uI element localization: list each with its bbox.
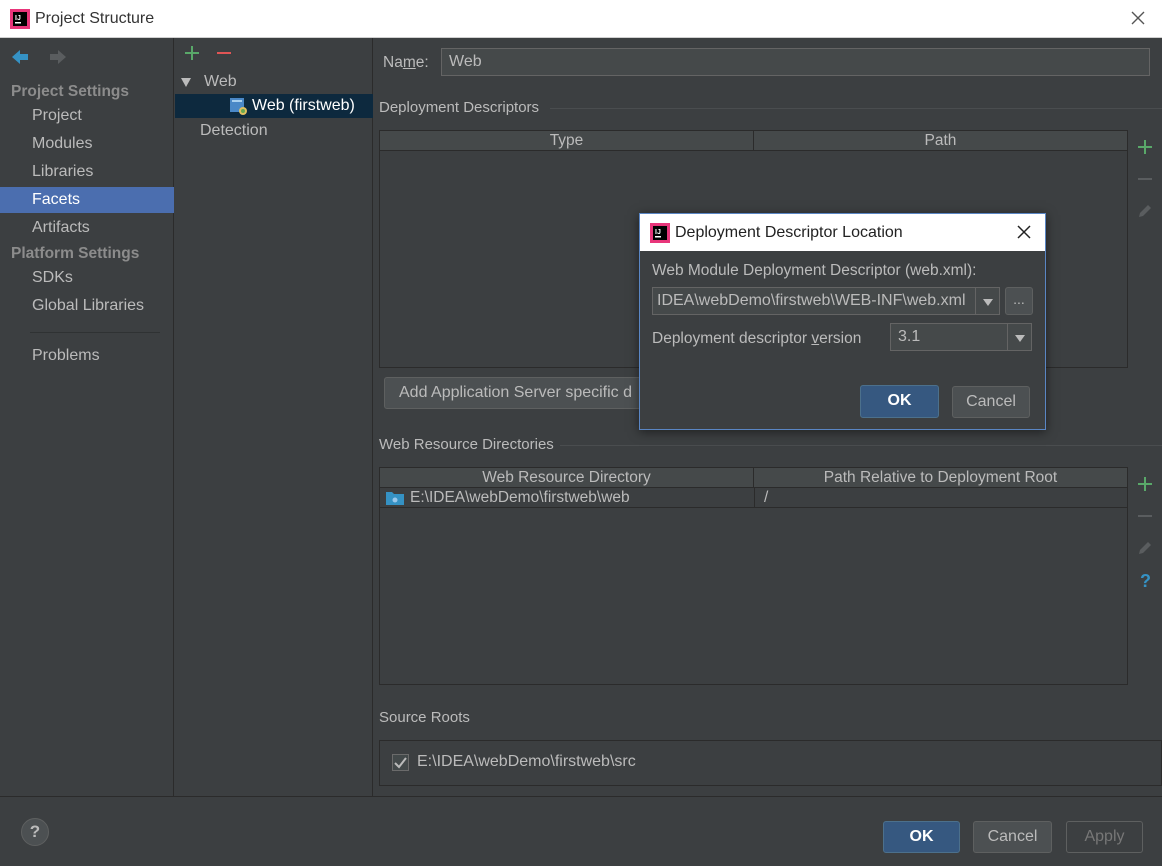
close-icon[interactable] bbox=[1128, 8, 1148, 28]
edit-descriptor-icon[interactable] bbox=[1136, 202, 1154, 220]
column-header-type[interactable]: Type bbox=[380, 131, 754, 151]
help-icon[interactable]: ? bbox=[1136, 571, 1154, 589]
navigation-arrows bbox=[10, 48, 68, 66]
sidebar-item-sdks[interactable]: SDKs bbox=[0, 265, 174, 291]
tree-node-web-firstweb[interactable]: Web (firstweb) bbox=[175, 94, 373, 118]
remove-icon[interactable] bbox=[215, 44, 233, 62]
tree-node-web[interactable]: Web bbox=[175, 70, 373, 94]
dropdown-arrow-icon[interactable] bbox=[1007, 324, 1031, 350]
dialog-ok-button[interactable]: OK bbox=[860, 385, 939, 418]
intellij-app-icon: IJ bbox=[650, 223, 670, 243]
window-title: Project Structure bbox=[35, 10, 155, 27]
dropdown-arrow-icon[interactable] bbox=[975, 288, 999, 314]
forward-arrow-icon[interactable] bbox=[48, 48, 68, 66]
svg-text:?: ? bbox=[1140, 571, 1151, 589]
dialog-cancel-button[interactable]: Cancel bbox=[952, 386, 1030, 418]
source-roots-list: E:\IDEA\webDemo\firstweb\src bbox=[379, 740, 1162, 786]
sidebar-item-facets[interactable]: Facets bbox=[0, 187, 174, 213]
source-roots-heading: Source Roots bbox=[379, 709, 470, 726]
web-facet-icon bbox=[230, 98, 247, 115]
remove-resource-icon[interactable] bbox=[1136, 507, 1154, 525]
source-root-path: E:\IDEA\webDemo\firstweb\src bbox=[417, 753, 636, 770]
sidebar-item-modules[interactable]: Modules bbox=[0, 131, 174, 157]
table-cell-path: / bbox=[764, 489, 769, 506]
descriptor-label: Web Module Deployment Descriptor (web.xm… bbox=[652, 262, 977, 279]
table-header: Type Path bbox=[380, 131, 1127, 151]
svg-text:IJ: IJ bbox=[655, 229, 661, 236]
remove-descriptor-icon[interactable] bbox=[1136, 170, 1154, 188]
intellij-app-icon: IJ bbox=[10, 9, 30, 29]
svg-text:IJ: IJ bbox=[15, 15, 21, 22]
cancel-button[interactable]: Cancel bbox=[973, 821, 1052, 853]
column-divider bbox=[754, 488, 755, 508]
version-label: Deployment descriptor version bbox=[652, 330, 862, 347]
version-select[interactable]: 3.1 bbox=[890, 323, 1032, 351]
tree-node-detection[interactable]: Detection bbox=[175, 119, 373, 143]
add-descriptor-icon[interactable] bbox=[1136, 138, 1154, 156]
facets-tree-panel: Web Web (firstweb) Detection bbox=[175, 38, 373, 796]
platform-settings-heading: Platform Settings bbox=[11, 245, 140, 262]
section-divider bbox=[550, 108, 1162, 109]
add-resource-icon[interactable] bbox=[1136, 475, 1154, 493]
name-input[interactable]: Web bbox=[441, 48, 1150, 76]
sidebar-item-libraries[interactable]: Libraries bbox=[0, 159, 174, 185]
settings-sidebar: Project Settings Project Modules Librari… bbox=[0, 38, 174, 796]
tree-node-web-label: Web bbox=[204, 73, 237, 90]
web-resource-directories-table[interactable]: Web Resource Directory Path Relative to … bbox=[379, 467, 1128, 685]
help-button[interactable]: ? bbox=[21, 818, 49, 846]
descriptor-path-value: IDEA\webDemo\firstweb\WEB-INF\web.xml bbox=[657, 292, 966, 309]
close-icon[interactable] bbox=[1015, 223, 1033, 241]
sidebar-item-global-libraries[interactable]: Global Libraries bbox=[0, 293, 174, 319]
table-cell-directory: E:\IDEA\webDemo\firstweb\web bbox=[410, 489, 630, 506]
descriptor-path-combo[interactable]: IDEA\webDemo\firstweb\WEB-INF\web.xml bbox=[652, 287, 1000, 315]
table-header: Web Resource Directory Path Relative to … bbox=[380, 468, 1127, 488]
sidebar-divider bbox=[30, 332, 160, 333]
deployment-descriptors-heading: Deployment Descriptors bbox=[379, 99, 540, 116]
sidebar-item-problems[interactable]: Problems bbox=[0, 343, 174, 369]
name-label: Name: bbox=[383, 54, 429, 71]
version-value: 3.1 bbox=[898, 328, 921, 345]
project-settings-heading: Project Settings bbox=[11, 83, 129, 100]
checkbox-checked-icon[interactable] bbox=[392, 754, 409, 771]
tree-node-detection-label: Detection bbox=[200, 122, 268, 139]
expand-triangle-icon[interactable] bbox=[181, 78, 191, 87]
table-row[interactable]: E:\IDEA\webDemo\firstweb\web / bbox=[380, 488, 1127, 508]
dialog-title: Deployment Descriptor Location bbox=[675, 224, 903, 241]
tree-node-web-firstweb-label: Web (firstweb) bbox=[252, 97, 355, 114]
web-resource-toolbar: ? bbox=[1127, 467, 1161, 685]
column-header-path[interactable]: Path bbox=[754, 131, 1127, 151]
back-arrow-icon[interactable] bbox=[10, 48, 30, 66]
column-header-web-resource-directory[interactable]: Web Resource Directory bbox=[380, 468, 754, 488]
web-resource-directories-heading: Web Resource Directories bbox=[379, 436, 554, 453]
sidebar-item-project[interactable]: Project bbox=[0, 103, 174, 129]
ok-button[interactable]: OK bbox=[883, 821, 960, 853]
folder-icon bbox=[386, 492, 404, 505]
add-icon[interactable] bbox=[183, 44, 201, 62]
section-divider bbox=[560, 445, 1162, 446]
browse-button[interactable]: ... bbox=[1005, 287, 1033, 315]
dialog-footer: ? OK Cancel Apply bbox=[0, 796, 1162, 866]
sidebar-item-artifacts[interactable]: Artifacts bbox=[0, 215, 174, 241]
column-header-path-relative[interactable]: Path Relative to Deployment Root bbox=[754, 468, 1127, 488]
window-title-bar: IJ Project Structure bbox=[0, 0, 1162, 38]
descriptors-toolbar bbox=[1127, 130, 1161, 368]
edit-resource-icon[interactable] bbox=[1136, 539, 1154, 557]
apply-button[interactable]: Apply bbox=[1066, 821, 1143, 853]
add-server-descriptor-button[interactable]: Add Application Server specific d bbox=[384, 377, 654, 409]
deployment-descriptor-location-dialog: IJ Deployment Descriptor Location Web Mo… bbox=[639, 213, 1046, 430]
dialog-title-bar: IJ Deployment Descriptor Location bbox=[640, 214, 1045, 251]
tree-toolbar bbox=[183, 44, 233, 62]
